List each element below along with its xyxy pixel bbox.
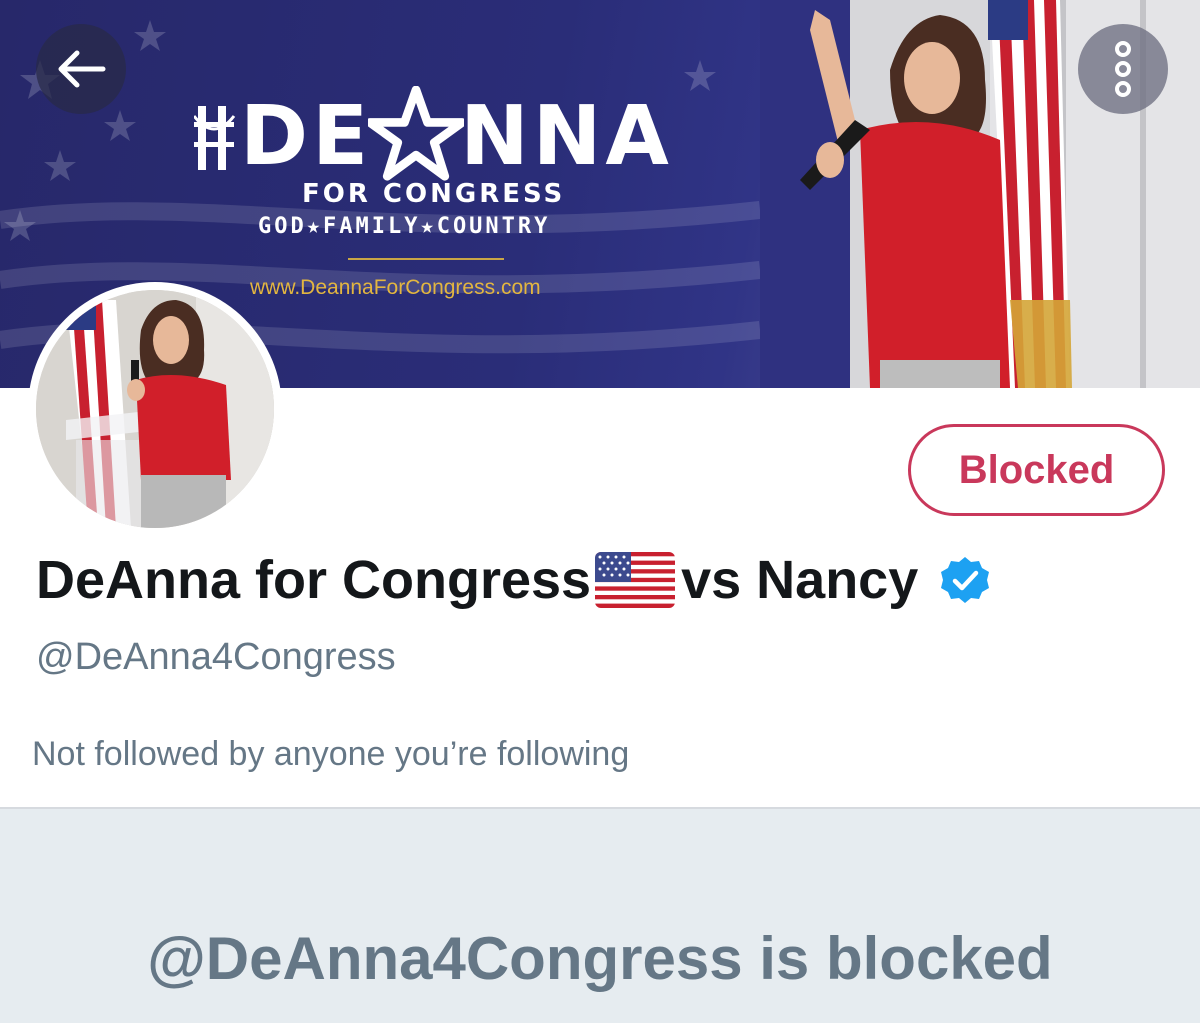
followers-note: Not followed by anyone you’re following — [32, 735, 630, 773]
avatar-photo — [36, 290, 274, 528]
blocked-notice-panel: @DeAnna4Congress is blocked — [0, 809, 1200, 1023]
avatar-image — [36, 290, 274, 528]
logo-tagline: GOD★FAMILY★COUNTRY — [258, 214, 551, 239]
user-handle: @DeAnna4Congress — [36, 636, 396, 678]
avatar[interactable] — [28, 282, 282, 536]
logo-title-left: DE — [240, 89, 373, 184]
arrow-left-icon — [58, 50, 106, 88]
back-button[interactable] — [36, 24, 126, 114]
display-name-part1: DeAnna for Congress — [36, 550, 592, 610]
campaign-logo: DE NNA — [194, 86, 673, 184]
blocked-button[interactable]: Blocked — [908, 424, 1165, 516]
blocked-message: @DeAnna4Congress is blocked — [147, 925, 1053, 992]
logo-title-right: NNA — [460, 89, 673, 184]
display-name-part2: vs Nancy — [681, 550, 919, 610]
verified-badge-icon — [941, 557, 990, 603]
logo-divider — [348, 258, 504, 260]
logo-subtitle: FOR CONGRESS — [302, 179, 566, 209]
more-vertical-icon — [1115, 41, 1131, 97]
campaign-url: www.DeannaForCongress.com — [250, 276, 541, 299]
bridge-icon — [194, 106, 236, 170]
display-name: DeAnna for Congress vs Nancy — [36, 545, 990, 615]
more-options-button[interactable] — [1078, 24, 1168, 114]
us-flag-icon — [595, 552, 676, 608]
star-icon — [368, 86, 465, 181]
